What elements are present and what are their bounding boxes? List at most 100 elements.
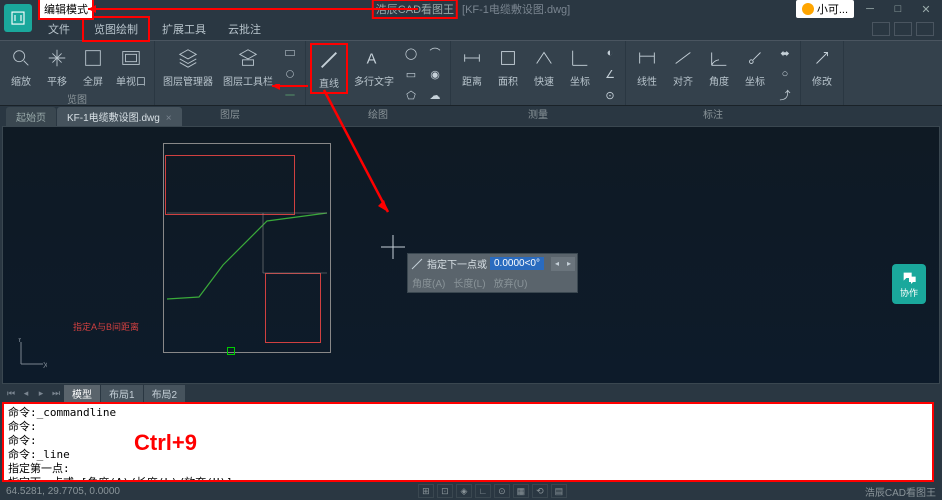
svg-text:A: A [367,52,377,68]
viewport-button[interactable]: 单视口 [112,43,150,90]
doc-close[interactable] [916,22,934,36]
layout-model[interactable]: 模型 [64,385,100,402]
minimize-button[interactable]: ─ [858,1,882,17]
crosshair [381,235,405,262]
svg-text:Y: Y [17,338,23,344]
align-icon [670,45,696,71]
grip-handle[interactable] [227,347,235,355]
close-button[interactable]: ✕ [914,1,938,17]
drawing-canvas[interactable]: 指定A与B间距离 Y X 指定下一点或 0.0000<0° ◂ ▸ 角度(A) 长… [2,126,940,384]
layer-toolbar-button[interactable]: 图层工具栏 [219,43,277,90]
area-icon [495,45,521,71]
user-badge[interactable]: 小可... [796,0,854,18]
viewport-icon [118,45,144,71]
status-coords: 64.5281, 29.7705, 0.0000 [6,486,120,497]
input-opt-length[interactable]: 长度(L) [453,275,485,290]
draw-sub1[interactable]: ◯ [400,43,422,63]
pan-icon [44,45,70,71]
measure-sub2[interactable]: ∠ [599,64,621,84]
coord-button[interactable]: 坐标 [563,43,597,90]
status-toggle-5[interactable]: ⊙ [494,484,510,498]
tab-file[interactable]: KF-1电缆敷设图.dwg× [57,107,182,126]
draw-sub6[interactable]: ☁ [424,85,446,105]
group-measure-label: 测量 [455,105,621,122]
tab-start[interactable]: 起始页 [6,107,56,126]
input-prev[interactable]: ◂ [551,257,563,271]
angle-button[interactable]: 角度 [702,43,736,90]
modify-button[interactable]: 修改 [805,43,839,90]
area-button[interactable]: 面积 [491,43,525,90]
group-draw-label: 绘图 [310,105,446,122]
layer-sub1[interactable] [279,43,301,63]
menu-ext-tools[interactable]: 扩展工具 [152,18,216,40]
quick-button[interactable]: 快速 [527,43,561,90]
align-button[interactable]: 对齐 [666,43,700,90]
layer-sub2[interactable] [279,64,301,84]
draw-sub2[interactable]: ▭ [400,64,422,84]
input-next[interactable]: ▸ [563,257,575,271]
annotate-sub1[interactable]: ⬌ [774,43,796,63]
distance-icon [459,45,485,71]
layout-first[interactable]: ⏮ [4,386,18,400]
input-opt-angle[interactable]: 角度(A) [412,275,445,290]
status-toggle-7[interactable]: ⟲ [532,484,548,498]
draw-sub5[interactable]: ◉ [424,64,446,84]
distance-button[interactable]: 距离 [455,43,489,90]
command-window[interactable]: 命令:_commandline 命令: 命令: 命令:_line 指定第一点: … [2,402,934,482]
layer-sub3[interactable] [279,85,301,105]
modify-icon [809,45,835,71]
doc-minimize[interactable] [872,22,890,36]
zoom-icon [8,45,34,71]
menu-file[interactable]: 文件 [38,18,80,40]
zoom-button[interactable]: 缩放 [4,43,38,90]
line-icon [316,47,342,73]
input-value[interactable]: 0.0000<0° [490,257,544,270]
draw-sub4[interactable]: ⌒ [424,43,446,63]
status-toggle-4[interactable]: ∟ [475,484,491,498]
doc-restore[interactable] [894,22,912,36]
layer-manager-button[interactable]: 图层管理器 [159,43,217,90]
annotate-sub2[interactable]: ○ [774,64,796,84]
layout-1[interactable]: 布局1 [101,385,143,402]
chat-icon [900,270,918,286]
layout-2[interactable]: 布局2 [144,385,186,402]
svg-text:X: X [43,361,47,368]
quick-icon [531,45,557,71]
title-file: [KF-1电缆敷设图.dwg] [462,1,570,17]
menu-cloud[interactable]: 云批注 [218,18,271,40]
line-button[interactable]: 直线 [310,43,348,94]
draw-sub3[interactable]: ⬠ [400,85,422,105]
maximize-button[interactable]: □ [886,1,910,17]
status-toggle-8[interactable]: ▤ [551,484,567,498]
layout-next[interactable]: ▸ [34,386,48,400]
status-brand: 浩辰CAD看图王 [865,484,936,499]
status-toggle-1[interactable]: ⊞ [418,484,434,498]
dynamic-input[interactable]: 指定下一点或 0.0000<0° ◂ ▸ 角度(A) 长度(L) 放弃(U) [407,253,578,293]
status-toggle-3[interactable]: ◈ [456,484,472,498]
measure-sub3[interactable]: ⊙ [599,85,621,105]
app-title: 浩辰CAD看图王 [372,0,458,19]
coord2-button[interactable]: 坐标 [738,43,772,90]
pan-button[interactable]: 平移 [40,43,74,90]
app-logo[interactable] [4,4,32,32]
layout-last[interactable]: ⏭ [49,386,63,400]
status-toggle-2[interactable]: ⊡ [437,484,453,498]
collaborate-button[interactable]: 协作 [892,264,926,304]
user-icon [802,3,814,15]
linear-icon [634,45,660,71]
coord2-icon [742,45,768,71]
drawing-annotation: 指定A与B间距离 [73,320,139,333]
shortcut-annotation: Ctrl+9 [134,430,197,456]
status-toggle-6[interactable]: ▦ [513,484,529,498]
layout-prev[interactable]: ◂ [19,386,33,400]
measure-sub1[interactable]: ◐ [599,43,621,63]
fullscreen-button[interactable]: 全屏 [76,43,110,90]
mtext-button[interactable]: A多行文字 [350,43,398,90]
coord-icon [567,45,593,71]
layers-icon [175,45,201,71]
input-opt-undo[interactable]: 放弃(U) [494,275,528,290]
linear-button[interactable]: 线性 [630,43,664,90]
annotate-sub3[interactable]: ⤴ [774,85,796,105]
group-view-label: 览图 [4,90,150,107]
tab-close-icon[interactable]: × [166,113,172,124]
